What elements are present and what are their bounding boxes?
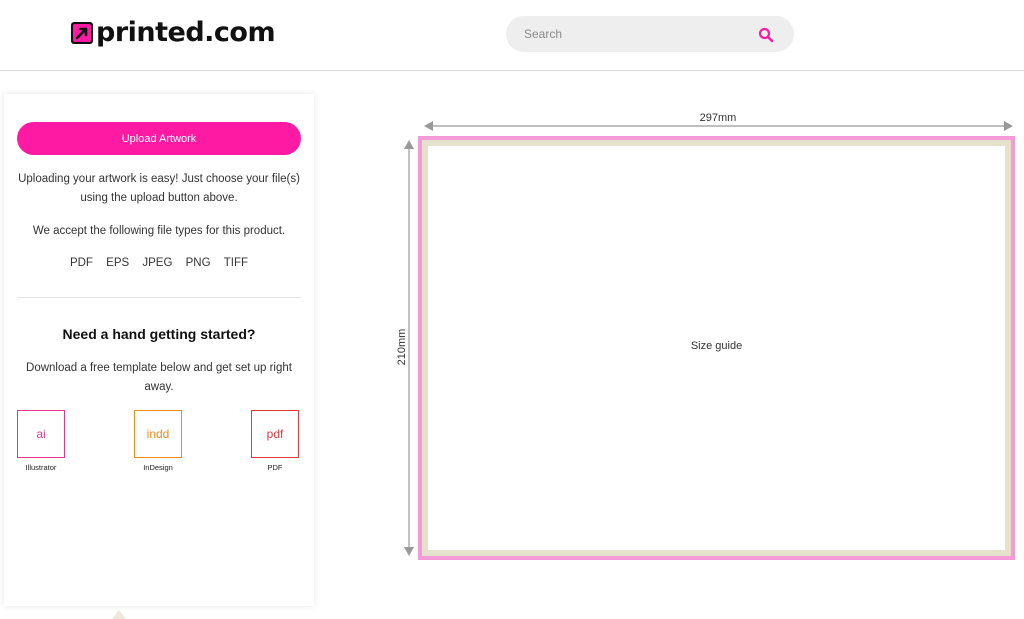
size-guide-label: Size guide (690, 340, 743, 352)
size-guide-safe-area: Size guide (428, 146, 1005, 550)
help-heading: Need a hand getting started? (62, 326, 256, 342)
pdf-file-icon: pdf (251, 410, 299, 458)
illustrator-template-download[interactable]: ai Illustrator (11, 410, 71, 472)
top-header: printed.com (0, 0, 1024, 71)
file-type-list: PDF EPS JPEG PNG TIFF (14, 257, 304, 269)
panel-divider (17, 297, 301, 298)
accepted-types-text: We accept the following file types for t… (32, 225, 286, 237)
template-label: InDesign (143, 463, 173, 472)
printed-logo[interactable]: printed.com (70, 16, 276, 50)
size-guide-bleed-area: Size guide (418, 136, 1015, 560)
panel-pointer (112, 610, 126, 619)
help-text: Download a free template below and get s… (26, 362, 292, 393)
indesign-template-download[interactable]: indd InDesign (128, 410, 188, 472)
search-input[interactable] (524, 16, 744, 52)
height-dimension-label: 210mm (396, 328, 408, 366)
upload-intro-text: Uploading your artwork is easy! Just cho… (18, 173, 300, 204)
search-bar (506, 16, 794, 52)
indd-file-icon: indd (134, 410, 182, 458)
file-type-item: PNG (185, 257, 211, 269)
file-type-item: EPS (106, 257, 130, 269)
upload-artwork-button[interactable]: Upload Artwork (17, 122, 301, 155)
upload-panel: Upload Artwork Uploading your artwork is… (4, 94, 314, 606)
width-dimension-label: 297mm (699, 112, 737, 124)
file-type-item: TIFF (223, 257, 249, 269)
ai-file-icon: ai (17, 410, 65, 458)
file-type-item: JPEG (142, 257, 173, 269)
pdf-template-download[interactable]: pdf PDF (245, 410, 305, 472)
search-icon[interactable] (758, 27, 774, 43)
template-label: Illustrator (25, 463, 57, 472)
size-guide-trim-area: Size guide (422, 140, 1011, 556)
logo-arrow-icon (71, 22, 93, 44)
file-type-item: PDF (69, 257, 93, 269)
template-label: PDF (267, 463, 283, 472)
logo-text: printed.com (96, 17, 276, 48)
